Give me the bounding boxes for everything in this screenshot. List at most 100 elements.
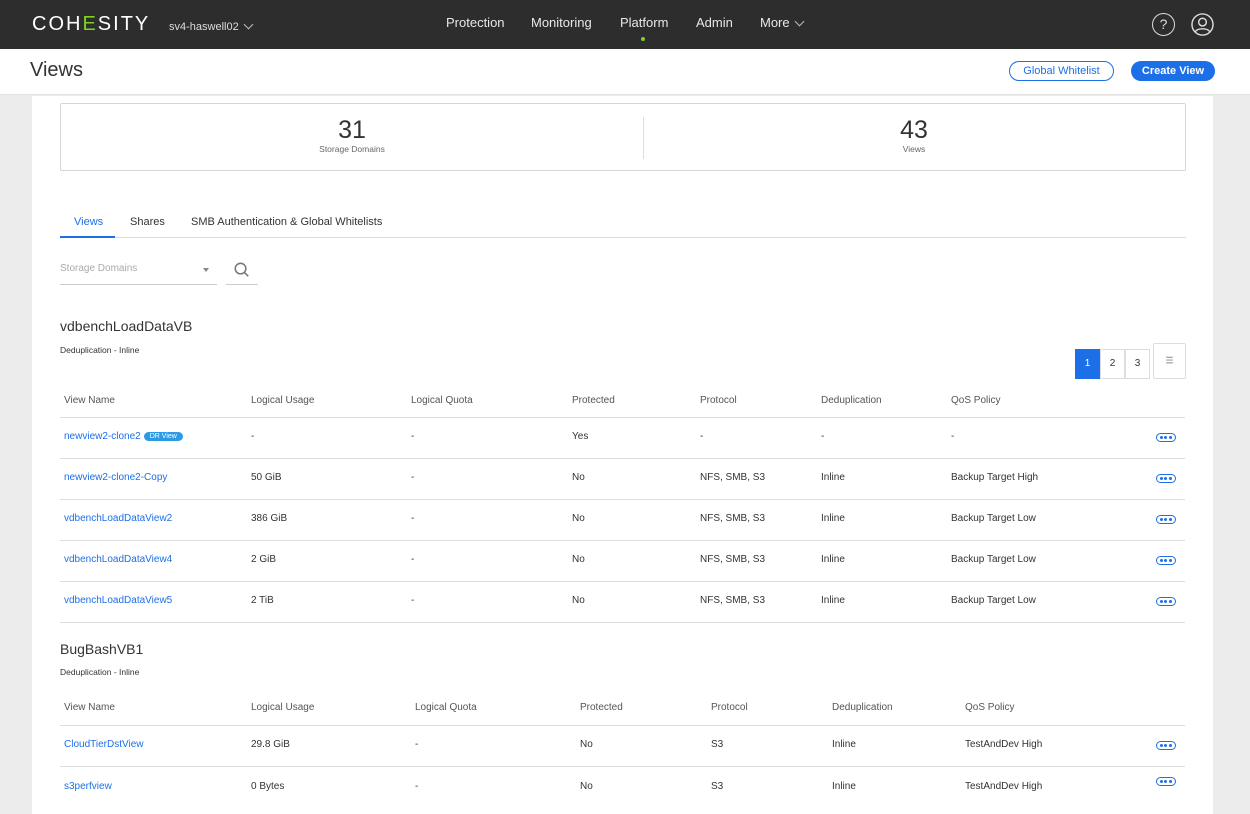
protocol: NFS, SMB, S3 (700, 595, 766, 606)
stat-divider (643, 117, 644, 159)
view-name-link[interactable]: newview2-clone2 DR View (64, 431, 183, 442)
row-actions-icon[interactable] (1156, 474, 1176, 483)
row-actions-icon[interactable] (1156, 741, 1176, 750)
logical-usage: - (251, 431, 255, 442)
table-row: newview2-clone2-Copy 50 GiB - No NFS, SM… (60, 459, 1185, 500)
cohesity-logo[interactable]: COHESITY (32, 13, 150, 36)
page-2-button[interactable]: 2 (1100, 349, 1125, 379)
table-header: View Name Logical Usage Logical Quota Pr… (60, 690, 1185, 726)
page-title: Views (30, 59, 83, 81)
deduplication: Inline (821, 595, 845, 606)
col-logical-quota[interactable]: Logical Quota (411, 395, 473, 406)
table-row: vdbenchLoadDataView4 2 GiB - No NFS, SMB… (60, 541, 1185, 582)
qos-policy: Backup Target Low (951, 513, 1036, 524)
col-logical-usage[interactable]: Logical Usage (251, 395, 314, 406)
row-actions-icon[interactable] (1156, 515, 1176, 524)
col-view-name[interactable]: View Name (64, 702, 115, 713)
view-name-link[interactable]: vdbenchLoadDataView4 (64, 554, 172, 565)
stat-label: Views (902, 144, 926, 154)
logical-quota: - (411, 554, 415, 565)
storage-domains-filter[interactable]: Storage Domains (60, 263, 217, 285)
logical-usage: 386 GiB (251, 513, 288, 524)
view-name-link[interactable]: vdbenchLoadDataView5 (64, 595, 172, 606)
deduplication: Inline (832, 739, 856, 750)
logical-usage: 2 TiB (251, 595, 274, 606)
search-icon[interactable] (226, 259, 258, 285)
tab-shares[interactable]: Shares (130, 216, 165, 228)
protected: No (580, 781, 593, 792)
column-menu-icon[interactable] (1153, 343, 1186, 379)
qos-policy: Backup Target Low (951, 554, 1036, 565)
chevron-down-icon (794, 16, 805, 27)
top-nav-bar: COHESITY sv4-haswell02 Protection Monito… (0, 0, 1250, 49)
page-3-button[interactable]: 3 (1125, 349, 1150, 379)
summary-stats: 31 Storage Domains 43 Views (60, 103, 1186, 171)
protocol: - (700, 431, 704, 442)
deduplication: Inline (821, 472, 845, 483)
nav-admin[interactable]: Admin (696, 15, 733, 30)
nav-protection[interactable]: Protection (446, 15, 505, 30)
col-view-name[interactable]: View Name (64, 395, 115, 406)
nav-more[interactable]: More (760, 15, 805, 30)
table-header: View Name Logical Usage Logical Quota Pr… (60, 382, 1185, 418)
active-tab-indicator (60, 236, 115, 238)
row-actions-icon[interactable] (1156, 777, 1176, 786)
qos-policy: Backup Target Low (951, 595, 1036, 606)
tab-bar: Views Shares SMB Authentication & Global… (60, 211, 1186, 238)
active-nav-indicator (641, 37, 645, 41)
tab-smb-authentication[interactable]: SMB Authentication & Global Whitelists (191, 216, 382, 228)
cluster-selector[interactable]: sv4-haswell02 (169, 19, 254, 33)
deduplication: Inline (821, 513, 845, 524)
view-name-link[interactable]: vdbenchLoadDataView2 (64, 513, 172, 524)
create-view-button[interactable]: Create View (1131, 61, 1215, 81)
row-actions-icon[interactable] (1156, 556, 1176, 565)
col-qos-policy[interactable]: QoS Policy (965, 702, 1014, 713)
col-protocol[interactable]: Protocol (700, 395, 737, 406)
group-title: BugBashVB1 (60, 641, 144, 657)
protected: Yes (572, 431, 589, 442)
deduplication: - (821, 431, 825, 442)
filter-placeholder: Storage Domains (60, 263, 138, 274)
stat-label: Storage Domains (319, 144, 385, 154)
col-protocol[interactable]: Protocol (711, 702, 748, 713)
protected: No (572, 472, 585, 483)
tab-views[interactable]: Views (74, 216, 103, 228)
col-deduplication[interactable]: Deduplication (821, 395, 882, 406)
nav-more-label: More (760, 15, 790, 30)
help-icon[interactable]: ? (1152, 13, 1175, 36)
nav-platform[interactable]: Platform (620, 15, 668, 30)
table-row: CloudTierDstView 29.8 GiB - No S3 Inline… (60, 726, 1185, 767)
view-name-link[interactable]: CloudTierDstView (64, 739, 143, 750)
stat-value: 43 (900, 116, 928, 144)
row-actions-icon[interactable] (1156, 597, 1176, 606)
table-row: s3perfview 0 Bytes - No S3 Inline TestAn… (60, 767, 1185, 808)
stat-views: 43 Views (764, 116, 1064, 154)
col-protected[interactable]: Protected (572, 395, 615, 406)
view-name-link[interactable]: s3perfview (64, 781, 112, 792)
row-actions-icon[interactable] (1156, 433, 1176, 442)
protected: No (580, 739, 593, 750)
qos-policy: TestAndDev High (965, 739, 1043, 750)
caret-down-icon (203, 268, 209, 272)
global-whitelist-button[interactable]: Global Whitelist (1009, 61, 1114, 81)
protected: No (572, 513, 585, 524)
col-protected[interactable]: Protected (580, 702, 623, 713)
protected: No (572, 554, 585, 565)
col-deduplication[interactable]: Deduplication (832, 702, 893, 713)
nav-monitoring[interactable]: Monitoring (531, 15, 592, 30)
user-account-icon[interactable] (1191, 13, 1214, 36)
page-1-button[interactable]: 1 (1075, 349, 1100, 379)
main-content: 31 Storage Domains 43 Views Views Shares… (32, 96, 1213, 814)
table-row: newview2-clone2 DR View - - Yes - - - (60, 418, 1185, 459)
qos-policy: Backup Target High (951, 472, 1039, 483)
col-logical-quota[interactable]: Logical Quota (415, 702, 477, 713)
col-qos-policy[interactable]: QoS Policy (951, 395, 1000, 406)
protocol: NFS, SMB, S3 (700, 554, 766, 565)
deduplication: Inline (821, 554, 845, 565)
view-name-link[interactable]: newview2-clone2-Copy (64, 472, 167, 483)
col-logical-usage[interactable]: Logical Usage (251, 702, 314, 713)
logical-quota: - (411, 431, 415, 442)
protocol: NFS, SMB, S3 (700, 472, 766, 483)
logical-usage: 50 GiB (251, 472, 282, 483)
chevron-down-icon (243, 19, 254, 30)
